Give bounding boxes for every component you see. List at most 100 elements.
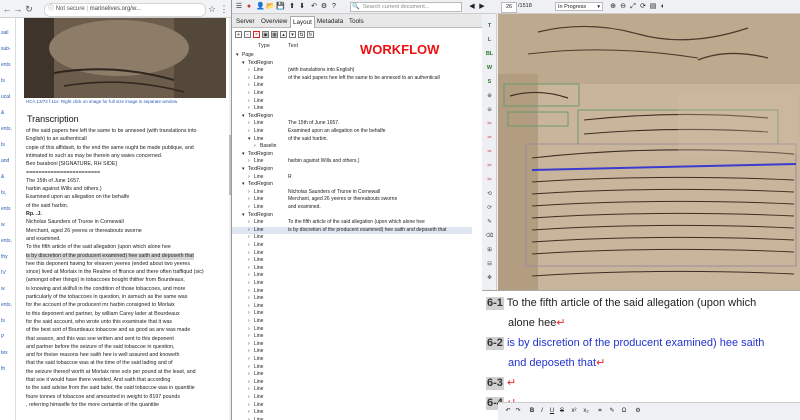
open-icon[interactable]: 📂 (266, 3, 275, 11)
italic-icon[interactable]: I (538, 407, 546, 416)
expand-toggle-icon[interactable]: ▾ (242, 166, 245, 174)
side-nav-link[interactable]: w (1, 222, 15, 228)
tree-row[interactable]: › Line and examined. (232, 204, 472, 212)
manuscript-thumbnail[interactable] (24, 18, 226, 98)
tree-row[interactable]: › Line R (232, 174, 472, 182)
settings-icon[interactable]: ⚙ (634, 407, 642, 416)
tree-row[interactable]: › Line (232, 303, 472, 311)
tab-layout[interactable]: Layout (290, 16, 315, 28)
tree-row[interactable]: › Line (232, 234, 472, 242)
side-nav-link[interactable]: P (1, 334, 15, 340)
expand-toggle-icon[interactable]: ▾ (236, 52, 239, 60)
remove-point-icon[interactable]: ⊖ (484, 106, 495, 114)
side-nav-link[interactable]: ents, (1, 302, 15, 308)
forward-icon[interactable]: → (13, 4, 23, 14)
tree-row[interactable]: › Line is by discretion of the producent e… (232, 226, 472, 235)
word-tool[interactable]: W (484, 64, 495, 72)
editor-line[interactable]: alone hee↵ (508, 317, 566, 330)
side-nav-link[interactable]: tex (1, 350, 15, 356)
expand-toggle-icon[interactable]: ▾ (242, 181, 245, 189)
side-nav-link[interactable]: IV (1, 270, 15, 276)
tree-row[interactable]: › Line (232, 265, 472, 273)
tree-row[interactable]: › Line (232, 105, 472, 113)
tab-metadata[interactable]: Metadata (315, 16, 345, 27)
tree-row[interactable]: › Line (with translations into English) (232, 67, 472, 75)
tree-row[interactable]: › Line (232, 409, 472, 417)
side-nav-link[interactable]: ts (1, 78, 15, 84)
tree-row[interactable]: › Line (232, 82, 472, 90)
menu-icon[interactable]: ⋮ (219, 4, 229, 14)
status-select[interactable]: In Progress ▾ (555, 2, 603, 11)
sort-icon[interactable]: ⇅ (298, 31, 305, 38)
tree-row[interactable]: › Line (232, 348, 472, 356)
tree-row[interactable]: › Line (232, 288, 472, 296)
side-nav-link[interactable]: ts, (1, 190, 15, 196)
tab-server[interactable]: Server (234, 16, 257, 27)
underline-icon[interactable]: U (548, 407, 556, 416)
side-nav-link[interactable]: & (1, 110, 15, 116)
tree-row[interactable]: › Line (232, 272, 472, 280)
tree-row[interactable]: › Line (232, 242, 472, 250)
menu-icon[interactable]: ☰ (235, 3, 243, 11)
editor-line[interactable]: and deposeth that↵ (508, 357, 605, 370)
tree-row[interactable]: ▾ TextRegion (232, 212, 472, 220)
special-char-icon[interactable]: Ω (620, 407, 628, 416)
strikethrough-icon[interactable]: S (558, 407, 566, 416)
expand-toggle-icon[interactable]: ▾ (242, 151, 245, 159)
star-icon[interactable]: ☆ (207, 4, 217, 14)
column-type[interactable]: Type (258, 43, 270, 49)
settings-icon[interactable]: ⚙ (320, 3, 328, 11)
page-number-input[interactable]: 26 (501, 2, 517, 13)
tree-row[interactable]: › Line (232, 386, 472, 394)
delete-icon[interactable]: × (253, 31, 260, 38)
contrast-icon[interactable]: ◐ (659, 3, 667, 11)
address-bar[interactable]: ⓘ Not secure | marinelives.org/w... (44, 3, 206, 17)
zoom-out-icon[interactable]: ⊖ (619, 3, 627, 11)
tree-row[interactable]: › Line (232, 295, 472, 303)
image-icon[interactable]: ▤ (649, 3, 657, 11)
expand-toggle-icon[interactable]: ▾ (242, 212, 245, 220)
side-nav-link[interactable]: ents (1, 62, 15, 68)
fit-page-icon[interactable]: ⤢ (629, 3, 637, 11)
comment-icon[interactable]: ✎ (608, 407, 616, 416)
manuscript-canvas[interactable] (498, 14, 800, 290)
add-point-icon[interactable]: ⊕ (484, 92, 495, 100)
expand-toggle-icon[interactable]: ▾ (248, 136, 251, 144)
edit-icon[interactable]: ✎ (484, 218, 495, 226)
side-nav-link[interactable]: ents, (1, 238, 15, 244)
split-h-icon[interactable]: ✂ (484, 120, 495, 128)
split-a-icon[interactable]: ✂ (484, 162, 495, 170)
select-icon[interactable]: ▣ (262, 31, 269, 38)
baseline-tool[interactable]: BL (484, 50, 495, 58)
side-nav-link[interactable]: & (1, 174, 15, 180)
unmerge-icon[interactable]: ⊟ (484, 260, 495, 268)
grid-icon[interactable]: ▦ (271, 31, 278, 38)
download-icon[interactable]: ⬇ (298, 3, 306, 11)
tree-row[interactable]: ▾ Line of the said harbin. (232, 136, 472, 144)
upload-icon[interactable]: ⬆ (288, 3, 296, 11)
tree-row[interactable]: › Baselin (232, 143, 472, 151)
side-nav-link[interactable]: ucal (1, 94, 15, 100)
tag-icon[interactable]: ⌗ (596, 407, 604, 416)
erase-icon[interactable]: ⌫ (484, 232, 495, 240)
split-line-icon[interactable]: ✂ (484, 148, 495, 156)
tree-row[interactable]: › Line The 15th of June 1657. (232, 120, 472, 128)
undo-icon[interactable]: ↶ (310, 3, 318, 11)
tree-row[interactable]: › Line (232, 98, 472, 106)
tree-row[interactable]: › Line (232, 379, 472, 387)
undo-icon[interactable]: ↶ (504, 407, 512, 416)
side-nav-link[interactable]: ts (1, 318, 15, 324)
tab-overview[interactable]: Overview (259, 16, 289, 27)
column-text[interactable]: Text (288, 43, 298, 49)
subscript-icon[interactable]: x₂ (582, 407, 590, 416)
side-nav-link[interactable]: th (1, 366, 15, 372)
tree-row[interactable]: ▾ TextRegion (232, 166, 472, 174)
tree-row[interactable]: › Line (232, 356, 472, 364)
login-icon[interactable]: 👤 (256, 3, 265, 11)
move-icon[interactable]: ✥ (484, 274, 495, 282)
tree-row[interactable]: › Line harbin against Wills and others.) (232, 158, 472, 166)
tree-row[interactable]: › Line (232, 402, 472, 410)
remove-icon[interactable]: − (244, 31, 251, 38)
zoom-in-icon[interactable]: ⊕ (609, 3, 617, 11)
editor-line[interactable]: 6-2 is by discretion of the producent ex… (486, 337, 764, 350)
